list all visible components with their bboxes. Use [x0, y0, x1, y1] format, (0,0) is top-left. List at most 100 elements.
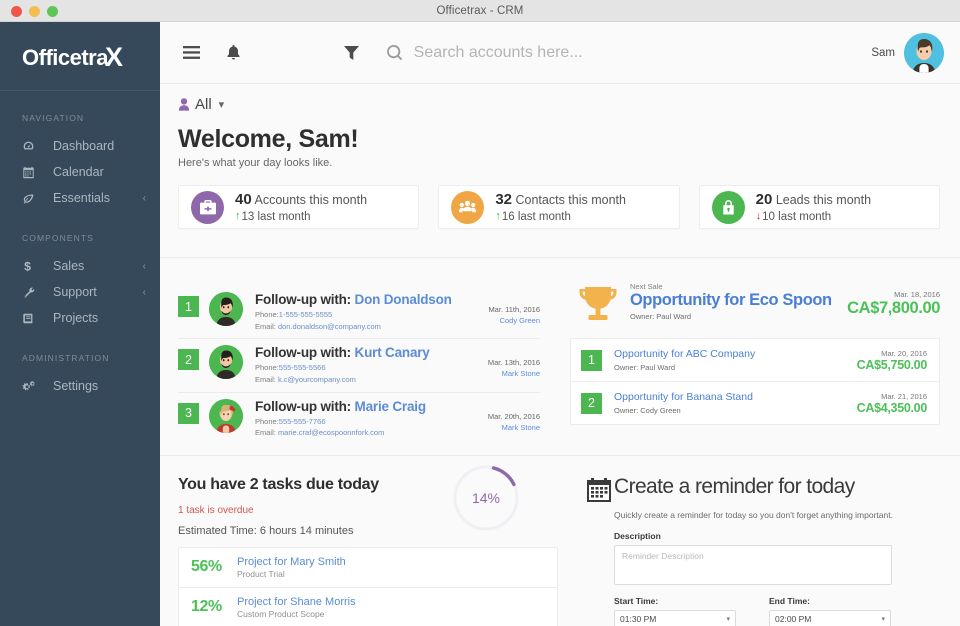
phone-label: Phone:: [255, 416, 279, 426]
phone-label: Phone:: [255, 310, 279, 319]
arrow-up-icon: ↑: [495, 210, 501, 223]
reminder-description-input[interactable]: [614, 544, 892, 585]
funnel-icon[interactable]: [335, 36, 369, 70]
dollar-icon: $: [22, 259, 44, 273]
list-item[interactable]: 1 Follow-up with: Don Donaldson Phone:1-…: [178, 286, 540, 340]
sidebar-heading-components: COMPONENTS: [22, 233, 94, 243]
followup-prefix: Follow-up with:: [255, 345, 351, 361]
arrow-down-icon: ↓: [755, 210, 762, 223]
sidebar-item-calendar[interactable]: Calendar: [0, 159, 160, 185]
followup-owner: Mark Stone: [501, 422, 540, 432]
opportunities-panel: Next Sale Opportunity for Eco Spoon Owne…: [560, 258, 960, 445]
followup-meta: Mar. 20th, 2016 Mark Stone: [460, 398, 540, 432]
task-list: 56% Project for Mary Smith Product Trial…: [178, 546, 558, 626]
calendar-icon: [586, 477, 612, 507]
list-item[interactable]: 56% Project for Mary Smith Product Trial: [179, 548, 557, 588]
maximize-button[interactable]: [47, 5, 58, 17]
list-item[interactable]: 2 Follow-up with: Kurt Canary Phone:555-…: [178, 339, 540, 393]
list-item[interactable]: 1 Opportunity for ABC Company Owner: Pau…: [571, 339, 939, 382]
followup-date: Mar. 20th, 2016: [487, 411, 540, 421]
opportunity-name[interactable]: Opportunity for Banana Stand: [614, 391, 857, 403]
page-subtitle: Here's what your day looks like.: [178, 157, 333, 169]
sidebar-item-dashboard[interactable]: Dashboard: [0, 133, 160, 159]
followup-title: Follow-up with: Don Donaldson: [255, 292, 452, 307]
task-name[interactable]: Project for Shane Morris: [237, 596, 356, 608]
phone-label: Phone:: [255, 363, 279, 373]
list-item[interactable]: 3 Follow-up with: Marie Craig Phone:555-…: [178, 393, 540, 445]
sidebar-item-essentials[interactable]: Essentials ‹: [0, 185, 160, 211]
people-icon: [451, 190, 485, 224]
stat-card-contacts[interactable]: 32 Contacts this month ↑ 16 last month: [438, 185, 680, 229]
scope-filter-dropdown[interactable]: All ▾: [178, 96, 224, 113]
stat-delta: ↑ 13 last month: [235, 210, 367, 224]
stat-delta-text: 16 last month: [501, 210, 571, 223]
gears-icon: [22, 380, 44, 393]
reminder-panel: Create a reminder for today Quickly crea…: [580, 456, 960, 626]
window-titlebar: Officetrax - CRM: [0, 0, 960, 22]
logo-text: Officetra: [22, 44, 108, 70]
sidebar-item-settings[interactable]: Settings: [0, 373, 160, 399]
end-time-select[interactable]: 02:00 PM ▾: [769, 609, 891, 626]
tasks-panel: You have 2 tasks due today 1 task is ove…: [160, 456, 580, 626]
followup-date: Mar. 11th, 2016: [488, 305, 540, 314]
stat-number: 40: [235, 191, 252, 209]
hamburger-icon[interactable]: [174, 36, 208, 70]
start-time-value: 01:30 PM: [620, 613, 657, 624]
search-box[interactable]: [386, 43, 787, 62]
followup-contact-name[interactable]: Kurt Canary: [355, 345, 430, 360]
svg-text:$: $: [24, 259, 31, 273]
stat-number: 32: [495, 191, 513, 209]
section-bottom: You have 2 tasks due today 1 task is ove…: [160, 456, 960, 626]
chevron-down-icon: ▾: [218, 99, 225, 111]
followup-contact-name[interactable]: Marie Craig: [355, 399, 427, 414]
opportunity-name[interactable]: Opportunity for ABC Company: [614, 348, 857, 360]
book-icon: [22, 312, 44, 325]
followup-date: Mar. 13th, 2016: [487, 358, 540, 368]
featured-opportunity[interactable]: Next Sale Opportunity for Eco Spoon Owne…: [570, 282, 940, 329]
followup-title: Follow-up with: Kurt Canary: [255, 345, 430, 360]
rank-badge: 2: [581, 392, 602, 414]
task-percent: 12%: [191, 598, 222, 616]
arrow-up-icon: ↑: [235, 210, 241, 223]
sidebar-item-sales[interactable]: $ Sales ‹: [0, 253, 160, 279]
chevron-left-icon: ‹: [142, 260, 146, 272]
minimize-button[interactable]: [29, 5, 40, 17]
person-icon: [178, 98, 190, 111]
followup-contact-name[interactable]: Don Donaldson: [355, 292, 452, 307]
scope-filter-label: All: [195, 96, 212, 113]
user-menu[interactable]: Sam: [871, 32, 944, 73]
sidebar-item-support[interactable]: Support ‹: [0, 279, 160, 305]
task-subtitle: Custom Product Scope: [237, 608, 325, 619]
opportunity-title[interactable]: Opportunity for Eco Spoon: [630, 291, 837, 310]
app-logo[interactable]: OfficetraX: [0, 22, 160, 90]
followup-prefix: Follow-up with:: [255, 398, 351, 414]
sidebar-item-label: Settings: [53, 379, 99, 393]
welcome-block: Welcome, Sam! Here's what your day looks…: [160, 113, 960, 169]
stat-delta-text: 10 last month: [762, 210, 832, 223]
stat-card-accounts[interactable]: 40 Accounts this month ↑ 13 last month: [178, 185, 420, 229]
sidebar-item-label: Sales: [53, 259, 85, 273]
bell-icon[interactable]: [216, 36, 250, 70]
avatar[interactable]: [904, 32, 944, 73]
start-time-select[interactable]: 01:30 PM ▾: [614, 609, 736, 626]
search-input[interactable]: [413, 43, 774, 62]
user-name: Sam: [871, 46, 895, 59]
rank-badge: 1: [581, 349, 602, 371]
description-label: Description: [614, 530, 661, 541]
list-item[interactable]: 12% Project for Shane Morris Custom Prod…: [179, 588, 557, 626]
followup-meta: Mar. 13th, 2016 Mark Stone: [460, 344, 540, 378]
task-name[interactable]: Project for Mary Smith: [237, 556, 346, 568]
close-button[interactable]: [11, 5, 22, 17]
followup-prefix: Follow-up with:: [255, 292, 351, 307]
list-item[interactable]: 2 Opportunity for Banana Stand Owner: Co…: [571, 382, 939, 424]
opportunity-kicker: Next Sale: [630, 282, 663, 291]
stat-card-leads[interactable]: 20 Leads this month ↓ 10 last month: [698, 185, 940, 229]
stat-cards: 40 Accounts this month ↑ 13 last month 32…: [160, 169, 960, 229]
briefcase-icon: [191, 190, 224, 224]
sidebar-item-projects[interactable]: Projects: [0, 305, 160, 331]
end-time-group: End Time: 02:00 PM ▾: [769, 596, 891, 626]
followup-details: Phone:1-555-555-5555 Email: don.donaldso…: [255, 309, 460, 332]
task-percent: 56%: [191, 558, 222, 576]
reminder-subtitle: Quickly create a reminder for today so y…: [614, 509, 893, 520]
start-time-label: Start Time:: [614, 595, 659, 606]
